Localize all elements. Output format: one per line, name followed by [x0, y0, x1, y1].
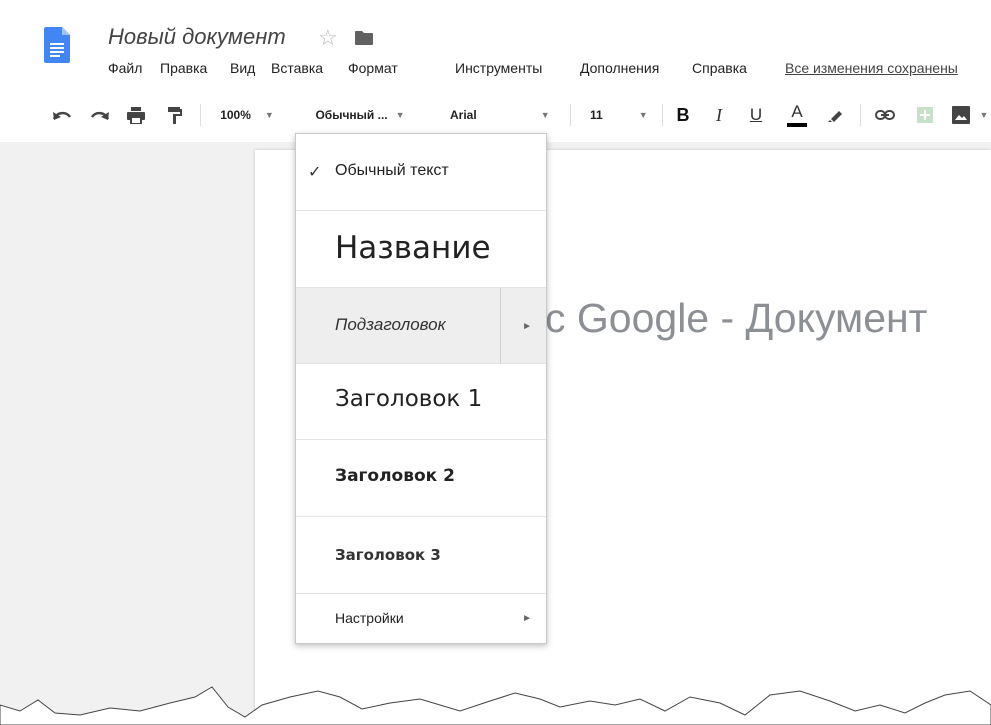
menu-edit[interactable]: Правка	[160, 60, 207, 76]
undo-icon	[52, 111, 71, 120]
menu-view[interactable]: Вид	[230, 60, 255, 76]
style-option-label: Заголовок 3	[335, 546, 441, 564]
menu-help[interactable]: Справка	[692, 60, 747, 76]
app-header: Новый документ ☆ Файл Правка Вид Вставка…	[0, 0, 991, 88]
save-status-link[interactable]: Все изменения сохранены	[785, 60, 958, 76]
link-icon	[875, 110, 895, 120]
submenu-divider	[500, 288, 501, 363]
paint-format-button[interactable]	[163, 88, 187, 142]
zoom-value: 100%	[220, 108, 251, 122]
submenu-arrow-icon: ►	[522, 613, 532, 624]
menu-insert[interactable]: Вставка	[271, 60, 323, 76]
undo-button[interactable]	[50, 88, 74, 142]
style-option-label: Заголовок 2	[335, 466, 455, 486]
underline-button[interactable]: U	[745, 88, 767, 142]
style-option-heading-1[interactable]: Заголовок 1	[296, 364, 546, 440]
style-option-subtitle[interactable]: Подзаголовок ►	[296, 288, 546, 364]
font-size-select[interactable]: 11 ▼	[584, 88, 654, 142]
redo-button[interactable]	[88, 88, 112, 142]
image-menu-button[interactable]: ▼	[978, 88, 990, 142]
paragraph-style-menu: ✓ Обычный текст Название Подзаголовок ► …	[295, 133, 547, 644]
chevron-down-icon: ▼	[540, 110, 550, 120]
style-option-heading-2[interactable]: Заголовок 2	[296, 440, 546, 517]
print-button[interactable]	[124, 88, 148, 142]
text-color-swatch	[787, 123, 807, 127]
style-option-heading-3[interactable]: Заголовок 3	[296, 517, 546, 594]
comment-icon	[917, 107, 933, 123]
link-button[interactable]	[872, 88, 898, 142]
toolbar-separator	[860, 104, 861, 126]
highlight-button[interactable]	[824, 88, 846, 142]
text-color-icon: A	[791, 102, 803, 121]
chevron-down-icon: ▼	[395, 110, 405, 120]
italic-button[interactable]: I	[708, 88, 730, 142]
image-button[interactable]	[950, 88, 972, 142]
torn-edge-decoration	[0, 686, 991, 725]
font-value: Arial	[450, 108, 477, 122]
print-icon	[127, 106, 145, 124]
docs-logo-icon[interactable]	[44, 27, 70, 63]
style-value: Обычный ...	[315, 108, 388, 122]
check-icon: ✓	[308, 164, 322, 181]
redo-icon	[91, 111, 110, 120]
bold-button[interactable]: B	[672, 88, 694, 142]
text-color-button[interactable]: A	[786, 88, 808, 142]
comment-button[interactable]	[914, 88, 936, 142]
bold-icon: B	[676, 104, 690, 125]
style-option-label: Заголовок 1	[335, 386, 483, 412]
folder-icon[interactable]	[355, 31, 373, 45]
style-option-label: Настройки	[335, 610, 404, 626]
style-option-title[interactable]: Название	[296, 211, 546, 288]
font-size-value: 11	[590, 108, 603, 122]
chevron-down-icon: ▼	[638, 110, 648, 120]
star-icon[interactable]: ☆	[318, 25, 338, 51]
document-title[interactable]: Новый документ	[108, 24, 286, 50]
chevron-down-icon: ▼	[979, 110, 989, 120]
menu-format[interactable]: Формат	[348, 60, 398, 76]
italic-icon: I	[716, 104, 722, 125]
highlight-icon	[828, 111, 842, 122]
menu-file[interactable]: Файл	[108, 60, 142, 76]
style-option-settings[interactable]: Настройки ►	[296, 594, 546, 643]
menu-tools[interactable]: Инструменты	[455, 60, 542, 76]
underline-icon: U	[749, 105, 763, 124]
chevron-down-icon: ▼	[264, 110, 274, 120]
toolbar-separator	[570, 104, 571, 126]
style-option-label: Название	[335, 230, 491, 266]
menu-addons[interactable]: Дополнения	[580, 60, 659, 76]
toolbar-separator	[200, 104, 201, 126]
toolbar-separator	[662, 104, 663, 126]
style-option-label: Обычный текст	[335, 162, 449, 179]
style-option-label: Подзаголовок	[335, 315, 446, 334]
image-icon	[952, 106, 970, 124]
document-heading-text[interactable]: с Google - Документ	[545, 295, 927, 342]
paint-format-icon	[168, 106, 182, 124]
style-option-normal-text[interactable]: ✓ Обычный текст	[296, 134, 546, 211]
submenu-arrow-icon[interactable]: ►	[522, 321, 532, 332]
zoom-select[interactable]: 100% ▼	[212, 88, 282, 142]
